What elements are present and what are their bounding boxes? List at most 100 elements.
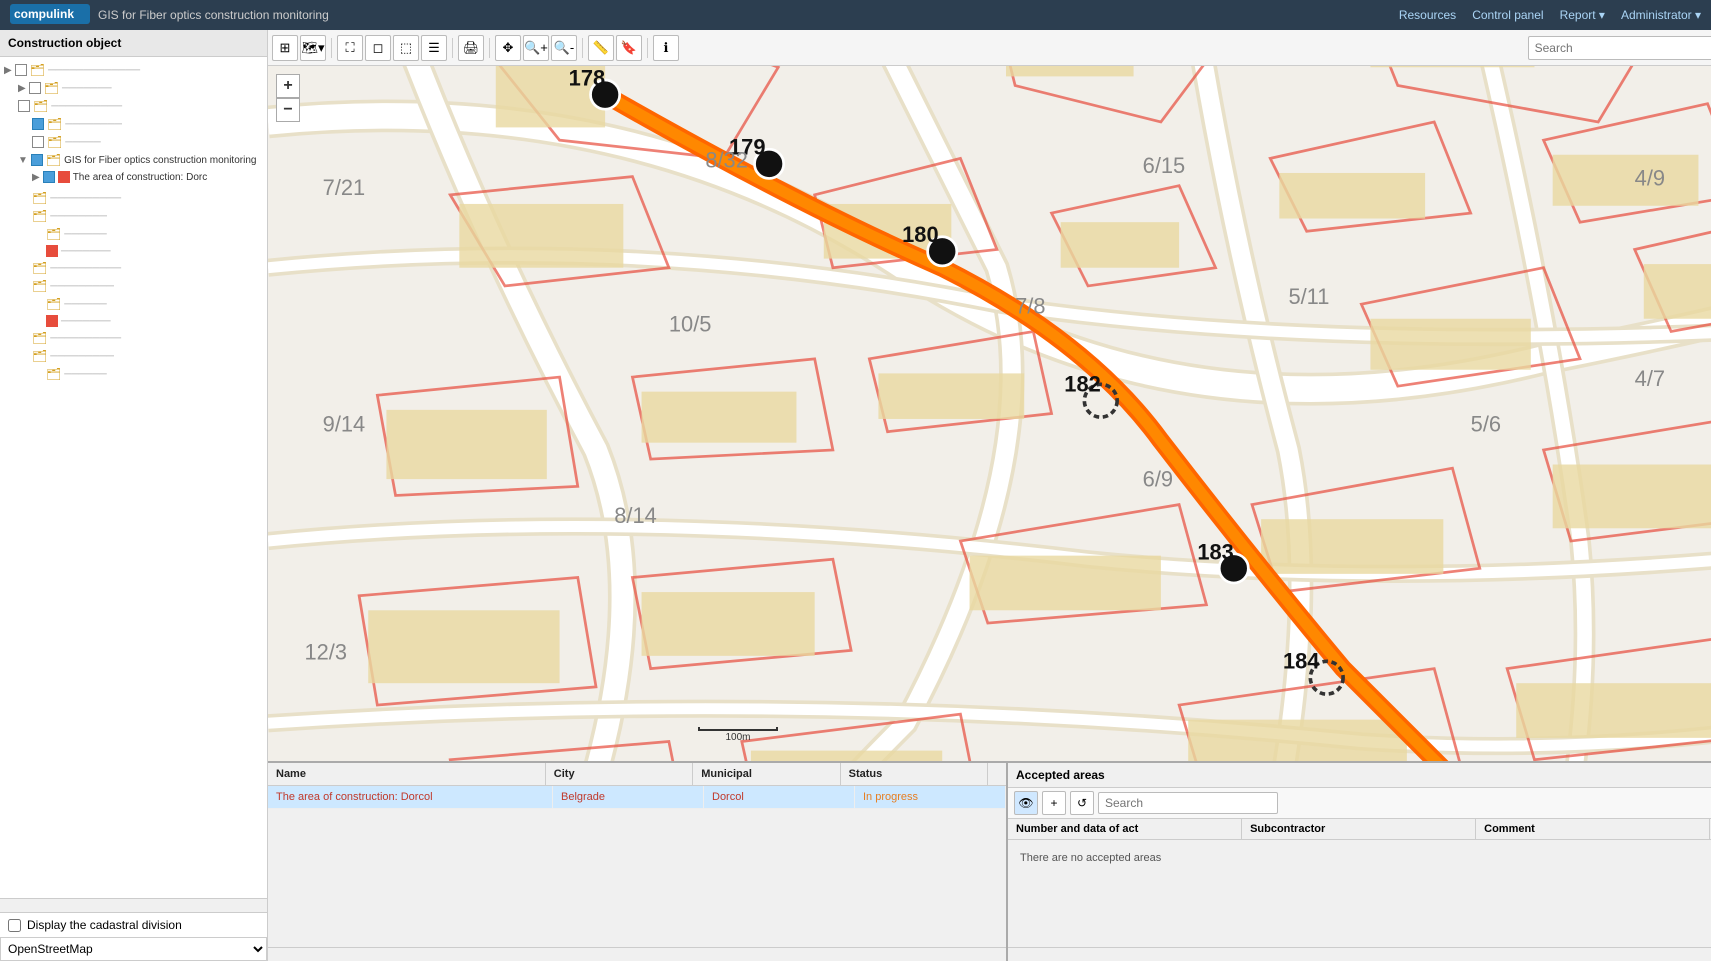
tree-row[interactable]: ▶ 🗂 ─────── [4,79,263,97]
view-accepted-button[interactable]: 👁 [1014,791,1038,815]
map-container[interactable]: 178 179 180 182 183 184 [268,66,1711,761]
cadastral-checkbox[interactable] [8,919,21,932]
accepted-title: Accepted areas [1016,768,1105,782]
main-layout: Construction object ▶ 🗂 ───────────── ▶ … [0,30,1711,961]
tree-checkbox[interactable] [15,64,27,76]
tree-label: ─────── [61,246,111,257]
gis-tree-item[interactable]: ▼ 🗂 GIS for Fiber optics construction mo… [4,151,263,169]
tree-row[interactable]: ▶ 🗂 ───────────── [4,61,263,79]
nav-administrator[interactable]: Administrator ▾ [1621,8,1701,22]
zoom-layer-button[interactable]: ◻ [365,35,391,61]
add-accepted-button[interactable]: + [1042,791,1066,815]
app-title: GIS for Fiber optics construction monito… [98,8,1391,22]
tree-row[interactable]: 🗂 ──────── [4,207,263,225]
table-body: The area of construction: Dorcol Belgrad… [268,786,1006,947]
select-button[interactable]: ⬚ [393,35,419,61]
folder-icon: 🗂 [33,99,48,113]
tree-row[interactable]: 🗂 ────── [4,225,263,243]
print-button[interactable]: 🖨 [458,35,484,61]
table-row[interactable]: The area of construction: Dorcol Belgrad… [268,786,1006,809]
tree-label: ─────── [61,316,111,327]
zoom-out-map-button[interactable]: − [276,98,300,122]
tree-checkbox[interactable] [43,171,55,183]
zoom-out-button[interactable]: 🔍- [551,35,577,61]
tree-row[interactable]: 🗂 ────── [4,365,263,383]
acc-col-comment: Comment [1476,819,1710,839]
bottom-panel: Name City Municipal Status The area of c… [268,761,1711,961]
tree-checkbox[interactable] [31,154,43,166]
toolbar-separator [647,38,648,58]
tree-label: ────── [64,299,107,310]
grid-view-button[interactable]: ⊞ [272,35,298,61]
scroll-spacer [988,763,1006,785]
tree-row[interactable]: 🗂 ───────── [4,277,263,295]
svg-text:7/8: 7/8 [1015,293,1045,318]
tree-checkbox[interactable] [18,100,30,112]
tree-hscroll[interactable] [0,898,267,912]
svg-text:178: 178 [569,66,605,91]
toolbar-separator [582,38,583,58]
full-extent-button[interactable]: ⛶ [337,35,363,61]
tree-checkbox[interactable] [32,136,44,148]
tree-row[interactable]: 🗂 ────────── [4,259,263,277]
col-status: Status [841,763,988,785]
tree-label: ───────────── [48,65,140,76]
zoom-controls: + − [276,74,300,122]
accepted-areas-panel: Accepted areas 👁 + ↺ Number and data of … [1008,763,1711,961]
tree-row[interactable]: 🗂 ────────── [4,189,263,207]
basemap-select[interactable]: OpenStreetMap [0,937,267,961]
map-toolbar: ⊞ 🗺▾ ⛶ ◻ ⬚ ☰ 🖨 ✥ 🔍+ 🔍- 📏 🔖 ℹ LON 20.283 … [268,30,1711,66]
nav-resources[interactable]: Resources [1399,8,1456,22]
red-icon [46,315,58,327]
tree-row[interactable]: 🗂 ───────── [4,347,263,365]
bookmark-button[interactable]: 🔖 [616,35,642,61]
tree-row[interactable]: ─────── [4,313,263,329]
tree-label: ────── [64,369,107,380]
accepted-hscroll[interactable] [1008,947,1711,961]
pan-button[interactable]: ✥ [495,35,521,61]
toolbar-separator [452,38,453,58]
nav-report[interactable]: Report ▾ [1560,8,1605,22]
folder-icon: 🗂 [32,191,47,205]
tree-checkbox[interactable] [32,118,44,130]
accepted-search-input[interactable] [1098,792,1278,814]
tree-label: ───── [65,137,100,148]
accepted-no-data: There are no accepted areas [1012,844,1711,872]
expand-icon: ▶ [4,65,12,76]
red-icon [58,171,70,183]
zoom-in-map-button[interactable]: + [276,74,300,98]
expand-icon: ▶ [32,172,40,183]
accepted-table-body: There are no accepted areas [1008,840,1711,947]
tree-row[interactable]: 🗂 ───── [4,133,263,151]
map-svg: 178 179 180 182 183 184 [268,66,1711,761]
measure-button[interactable]: 📏 [588,35,614,61]
tree-row[interactable]: 🗂 ──────── [4,115,263,133]
info-button-2[interactable]: ☰ [421,35,447,61]
folder-icon: 🗂 [30,63,45,77]
tree-row[interactable]: 🗂 ────────── [4,329,263,347]
tree-checkbox[interactable] [29,82,41,94]
tree-label: ────────── [50,333,121,344]
folder-icon: 🗂 [46,297,61,311]
tree-row[interactable]: 🗂 ────────── [4,97,263,115]
folder-icon: 🗂 [47,117,62,131]
tree-label: ─────── [62,83,112,94]
bottom-left-hscroll[interactable] [268,947,1006,961]
tree-row[interactable]: ─────── [4,243,263,259]
zoom-in-button[interactable]: 🔍+ [523,35,549,61]
scale-label: 100m [725,732,750,743]
refresh-accepted-button[interactable]: ↺ [1070,791,1094,815]
tree-row[interactable]: 🗂 ────── [4,295,263,313]
folder-icon: 🗂 [47,135,62,149]
svg-text:4/9: 4/9 [1635,166,1665,191]
map-search-input[interactable] [1528,36,1711,60]
cell-municipal: Dorcol [704,786,855,808]
area-tree-item[interactable]: ▶ The area of construction: Dorc [4,169,263,185]
folder-icon: 🗂 [46,367,61,381]
svg-text:6/9: 6/9 [1143,466,1173,491]
layer-button[interactable]: 🗺▾ [300,35,326,61]
info-button[interactable]: ℹ [653,35,679,61]
nav-links: Resources Control panel Report ▾ Adminis… [1399,8,1701,22]
cell-name: The area of construction: Dorcol [268,786,553,808]
nav-control-panel[interactable]: Control panel [1472,8,1543,22]
